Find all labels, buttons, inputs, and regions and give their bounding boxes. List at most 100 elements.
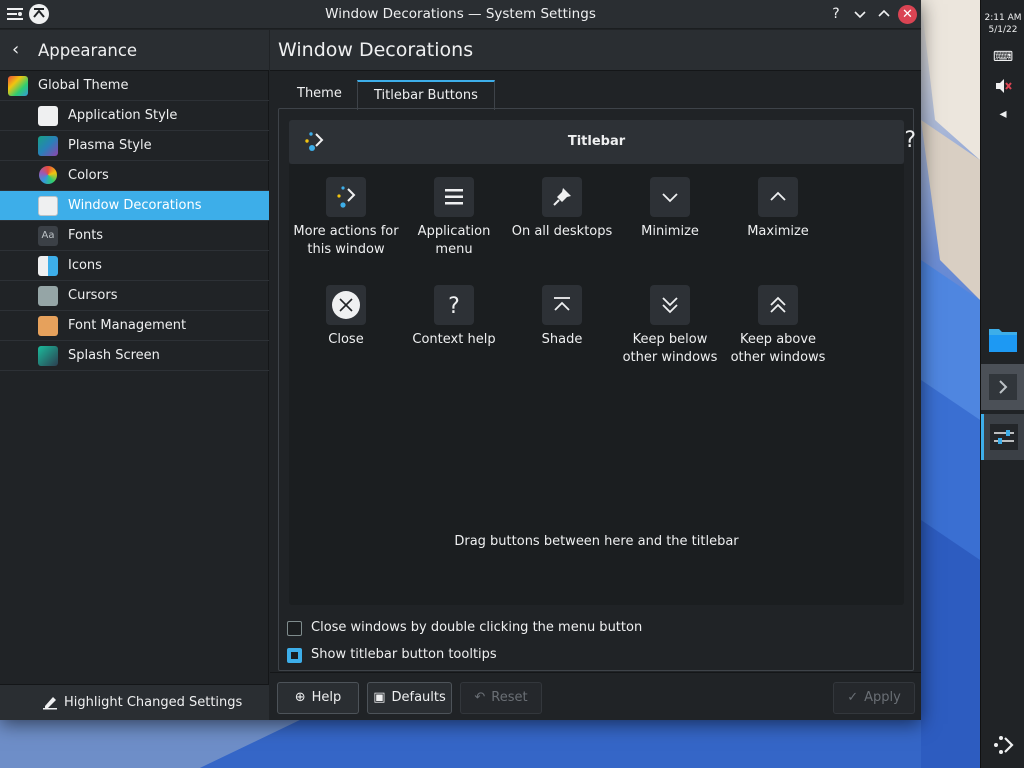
digital-clock[interactable]: 2:11 AM 5/1/22 bbox=[981, 12, 1024, 36]
close-button[interactable]: ✕ bbox=[898, 5, 917, 24]
expand-tray-arrow-icon[interactable]: ◂ bbox=[991, 102, 1015, 126]
sidebar-item-label: Font Management bbox=[68, 318, 187, 333]
help-button[interactable]: ⊕ Help bbox=[277, 682, 359, 714]
context-help-button[interactable]: ? bbox=[827, 5, 845, 23]
sidebar-item-window-decorations[interactable]: Window Decorations bbox=[0, 191, 269, 221]
fonts-icon: Aa bbox=[38, 226, 58, 246]
volume-muted-icon[interactable] bbox=[991, 74, 1015, 98]
help-button-label: Help bbox=[311, 690, 342, 705]
sidebar-item-label: Splash Screen bbox=[68, 348, 160, 363]
tab-theme[interactable]: Theme bbox=[281, 80, 358, 110]
highlighter-icon bbox=[43, 697, 57, 710]
apply-button[interactable]: ✓ Apply bbox=[833, 682, 915, 714]
plasma-style-icon bbox=[38, 136, 58, 156]
terminal-icon bbox=[989, 374, 1017, 400]
task-system-settings[interactable] bbox=[981, 414, 1024, 460]
close-icon bbox=[332, 291, 360, 319]
window-titlebar[interactable]: Window Decorations — System Settings ? ✕ bbox=[0, 0, 921, 29]
maximize-button[interactable] bbox=[875, 5, 893, 23]
button-option-close[interactable]: Close bbox=[293, 285, 399, 349]
button-option-more-actions[interactable]: More actions for this window bbox=[293, 177, 399, 259]
sidebar-item-colors[interactable]: Colors bbox=[0, 161, 269, 191]
sidebar-header[interactable]: ‹ Appearance bbox=[0, 30, 269, 71]
checkbox-label: Show titlebar button tooltips bbox=[311, 647, 497, 662]
sidebar-item-icons[interactable]: Icons bbox=[0, 251, 269, 281]
application-menu-icon bbox=[445, 189, 463, 205]
keyboard-icon[interactable]: ⌨ bbox=[991, 45, 1015, 69]
sidebar-item-label: Window Decorations bbox=[68, 198, 202, 213]
page-title: Window Decorations bbox=[278, 39, 474, 61]
button-option-label: More actions for this window bbox=[293, 224, 399, 257]
svg-text:?: ? bbox=[448, 294, 460, 319]
show-tooltips-checkbox[interactable]: Show titlebar button tooltips bbox=[287, 646, 887, 666]
sidebar-item-fonts[interactable]: Aa Fonts bbox=[0, 221, 269, 251]
button-option-label: Keep below other windows bbox=[622, 332, 718, 365]
button-option-label: Close bbox=[328, 332, 364, 347]
keep-above-icon bbox=[770, 296, 786, 313]
sidebar-item-plasma-style[interactable]: Plasma Style bbox=[0, 131, 269, 161]
shade-icon bbox=[554, 297, 570, 311]
titlebar-buttons-panel: Titlebar ? More actions for this window … bbox=[278, 108, 916, 671]
sidebar-item-application-style[interactable]: Application Style bbox=[0, 101, 269, 131]
window-decorations-icon bbox=[38, 196, 58, 216]
cursors-icon bbox=[38, 286, 58, 306]
global-theme-icon bbox=[8, 76, 28, 96]
clock-date: 5/1/22 bbox=[988, 25, 1018, 35]
splash-screen-icon bbox=[38, 346, 58, 366]
tab-titlebar-buttons[interactable]: Titlebar Buttons bbox=[357, 80, 495, 110]
defaults-button-label: Defaults bbox=[391, 690, 446, 705]
clock-time: 2:11 AM bbox=[984, 13, 1022, 23]
help-icon: ? bbox=[448, 294, 460, 319]
button-option-context-help[interactable]: ? Context help bbox=[401, 285, 507, 349]
settings-sliders-icon bbox=[990, 424, 1018, 450]
highlight-changed-settings-label: Highlight Changed Settings bbox=[64, 695, 243, 710]
defaults-button[interactable]: ▣ Defaults bbox=[367, 682, 452, 714]
apply-button-label: Apply bbox=[864, 690, 901, 705]
sidebar-title: Appearance bbox=[38, 41, 138, 60]
chevron-down-icon bbox=[662, 193, 678, 203]
checkmark-icon: ✓ bbox=[847, 690, 859, 705]
sidebar-item-label: Colors bbox=[68, 168, 109, 183]
button-option-on-all-desktops[interactable]: On all desktops bbox=[509, 177, 615, 241]
button-option-label: Minimize bbox=[641, 224, 699, 239]
more-actions-icon bbox=[337, 186, 356, 208]
pin-icon bbox=[553, 188, 571, 206]
available-buttons-area[interactable]: More actions for this window Application… bbox=[289, 164, 904, 605]
checkbox-box[interactable] bbox=[287, 621, 302, 636]
window-title: Window Decorations — System Settings bbox=[325, 6, 596, 22]
sidebar-item-font-management[interactable]: Font Management bbox=[0, 311, 269, 341]
task-terminal[interactable] bbox=[981, 364, 1024, 410]
font-management-icon bbox=[38, 316, 58, 336]
button-option-label: Keep above other windows bbox=[730, 332, 826, 365]
sidebar-item-cursors[interactable]: Cursors bbox=[0, 281, 269, 311]
reset-button-label: Reset bbox=[491, 690, 528, 705]
titlebar-preview[interactable]: Titlebar ? bbox=[289, 120, 916, 164]
help-icon[interactable]: ? bbox=[904, 128, 916, 153]
button-option-keep-above[interactable]: Keep above other windows bbox=[725, 285, 831, 367]
folder-icon bbox=[989, 329, 1017, 352]
chevron-up-icon bbox=[770, 191, 786, 201]
checkbox-box[interactable] bbox=[287, 648, 302, 663]
sidebar: ‹ Appearance Global Theme Application St… bbox=[0, 30, 269, 720]
main-content: Window Decorations Theme Titlebar Button… bbox=[270, 30, 921, 720]
page-header: Window Decorations bbox=[270, 30, 921, 71]
button-option-label: Context help bbox=[412, 332, 496, 347]
application-launcher-icon[interactable] bbox=[991, 732, 1017, 758]
task-dolphin[interactable] bbox=[981, 316, 1024, 362]
close-on-double-click-checkbox[interactable]: Close windows by double clicking the men… bbox=[287, 619, 887, 639]
highlight-changed-settings-button[interactable]: Highlight Changed Settings bbox=[0, 684, 269, 720]
sidebar-item-global-theme[interactable]: Global Theme bbox=[0, 71, 269, 101]
minimize-button[interactable] bbox=[851, 5, 869, 23]
button-option-shade[interactable]: Shade bbox=[509, 285, 615, 349]
sidebar-item-splash-screen[interactable]: Splash Screen bbox=[0, 341, 269, 371]
button-option-keep-below[interactable]: Keep below other windows bbox=[617, 285, 723, 367]
reset-button[interactable]: ↶ Reset bbox=[460, 682, 542, 714]
button-option-application-menu[interactable]: Application menu bbox=[401, 177, 507, 259]
button-option-maximize[interactable]: Maximize bbox=[725, 177, 831, 241]
button-option-label: Maximize bbox=[747, 224, 809, 239]
button-option-minimize[interactable]: Minimize bbox=[617, 177, 723, 241]
system-settings-window: Window Decorations — System Settings ? ✕… bbox=[0, 0, 921, 720]
lifebuoy-icon: ⊕ bbox=[294, 690, 306, 705]
back-arrow-icon[interactable]: ‹ bbox=[12, 39, 19, 60]
sidebar-item-label: Icons bbox=[68, 258, 102, 273]
